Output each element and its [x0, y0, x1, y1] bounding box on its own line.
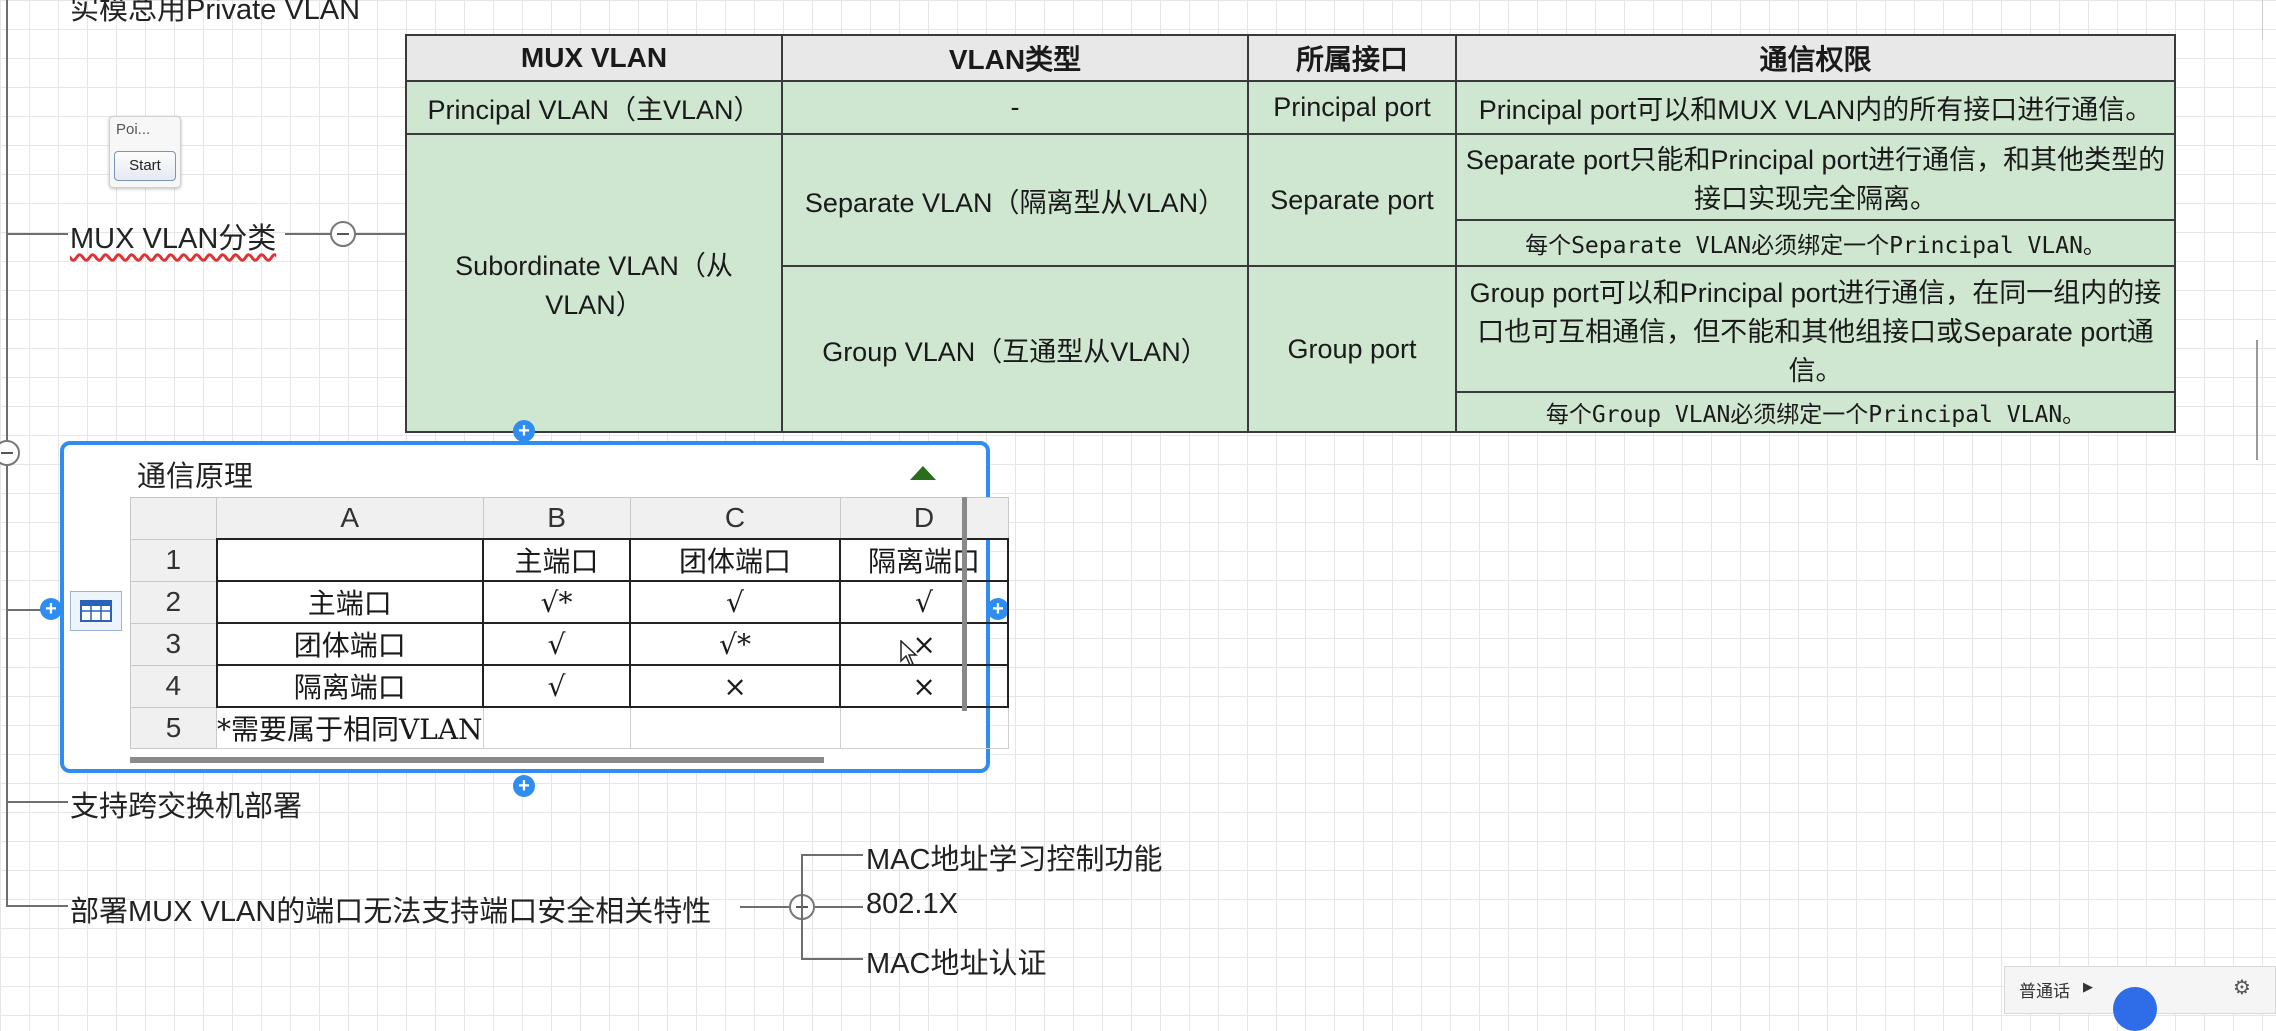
- separate-type-cell: Separate VLAN（隔离型从VLAN）: [781, 133, 1249, 267]
- table-row: 4 隔离端口 √ × ×: [130, 664, 1010, 708]
- subtopic-mac-auth[interactable]: MAC地址认证: [866, 940, 1046, 982]
- table-row: Subordinate VLAN（从VLAN） Separate VLAN（隔离…: [405, 133, 2176, 433]
- col-header-b[interactable]: B: [482, 497, 631, 540]
- mux-vlan-table: MUX VLAN VLAN类型 所属接口 通信权限 Principal VLAN…: [405, 34, 2176, 433]
- sheet-cell-d4[interactable]: ×: [839, 664, 1010, 708]
- table-row: 3 团体端口 √ √* ×: [130, 622, 1010, 666]
- header-vlan-type: VLAN类型: [781, 34, 1249, 82]
- sheet-cell-c2[interactable]: √: [629, 580, 842, 624]
- table-row: 1 主端口 团体端口 隔离端口: [130, 538, 1010, 582]
- topic-private-vlan-cut[interactable]: 实模总用Private VLAN: [70, 0, 360, 28]
- principal-vlan-cell: Principal VLAN（主VLAN）: [405, 80, 783, 135]
- mux-collapse-icon[interactable]: [330, 221, 356, 247]
- sheet-cell-d3[interactable]: ×: [839, 622, 1010, 666]
- header-permission: 通信权限: [1455, 34, 2176, 82]
- separate-permission-cell: Separate port只能和Principal port进行通信，和其他类型…: [1455, 133, 2176, 221]
- row-header-1[interactable]: 1: [130, 538, 217, 582]
- branch-line: [6, 233, 68, 235]
- topic-mux-classify[interactable]: MUX VLAN分类: [70, 215, 276, 257]
- sheet-col-header-row: A B C D: [130, 497, 1009, 540]
- mouse-cursor-icon: [900, 639, 918, 671]
- sheet-cell-c4[interactable]: ×: [629, 664, 842, 708]
- col-header-c[interactable]: C: [629, 497, 841, 540]
- subtopic-mac-learning[interactable]: MAC地址学习控制功能: [866, 836, 1162, 878]
- branch-line: [801, 854, 863, 856]
- trunk-collapse-icon[interactable]: [0, 440, 20, 466]
- language-label[interactable]: 普通话: [2019, 977, 2070, 1002]
- sheet-corner[interactable]: [130, 497, 217, 540]
- subtopic-8021x[interactable]: 802.1X: [866, 888, 958, 921]
- topic-port-security[interactable]: 部署MUX VLAN的端口无法支持端口安全相关特性: [70, 888, 711, 930]
- branch-line: [6, 905, 68, 907]
- branch-line: [6, 801, 68, 803]
- sheet-cell-a4[interactable]: 隔离端口: [215, 664, 485, 708]
- sheet-cell-b3[interactable]: √: [482, 622, 632, 666]
- sheet-cell-b2[interactable]: √*: [482, 580, 632, 624]
- vertical-scrollbar[interactable]: [962, 497, 967, 711]
- row-header-4[interactable]: 4: [130, 664, 217, 708]
- sheet-cell-a3[interactable]: 团体端口: [215, 622, 485, 666]
- group-note-cell: 每个Group VLAN必须绑定一个Principal VLAN。: [1455, 391, 2176, 433]
- status-widget: 普通话 ▶ ⚙: [2004, 966, 2276, 1031]
- resize-handle-top[interactable]: +: [513, 420, 535, 442]
- col-header-d[interactable]: D: [839, 497, 1009, 540]
- table-row: Principal VLAN（主VLAN） - Principal port P…: [405, 80, 2176, 135]
- table-row: 2 主端口 √* √ √: [130, 580, 1010, 624]
- assistant-button[interactable]: [2113, 987, 2157, 1031]
- play-arrow-icon[interactable]: ▶: [2083, 979, 2093, 995]
- branch-line: [815, 906, 863, 908]
- principal-type-cell: -: [781, 80, 1249, 135]
- resize-handle-bottom[interactable]: +: [513, 775, 535, 797]
- topic-cross-switch[interactable]: 支持跨交换机部署: [70, 783, 302, 825]
- poi-widget: Poi... Start: [109, 116, 181, 188]
- principal-port-cell: Principal port: [1247, 80, 1457, 135]
- table-header-row: MUX VLAN VLAN类型 所属接口 通信权限: [405, 34, 2176, 82]
- subordinate-vlan-cell: Subordinate VLAN（从VLAN）: [405, 133, 783, 433]
- sheet-cell-d1[interactable]: 隔离端口: [839, 538, 1010, 582]
- poi-label: Poi...: [116, 121, 151, 138]
- right-edge-line: [2256, 340, 2258, 460]
- table-row: 5 *需要属于相同VLAN: [130, 706, 1009, 749]
- sheet-cell-b1[interactable]: 主端口: [482, 538, 632, 582]
- sheet-cell-a1[interactable]: [215, 538, 485, 582]
- sheet-cell-c3[interactable]: √*: [629, 622, 842, 666]
- header-port: 所属接口: [1247, 34, 1457, 82]
- resize-handle-left[interactable]: +: [40, 598, 62, 620]
- start-button[interactable]: Start: [114, 151, 176, 181]
- row-header-2[interactable]: 2: [130, 580, 217, 624]
- collapse-triangle-icon[interactable]: [910, 466, 936, 480]
- sheet-cell-a5[interactable]: *需要属于相同VLAN: [216, 706, 484, 749]
- bracket-line: [801, 854, 803, 960]
- sheet-cell-d5[interactable]: [839, 706, 1009, 749]
- spreadsheet-grid: A B C D 1 主端口 团体端口 隔离端口 2 主端口 √* √ √ 3 团…: [130, 497, 1010, 749]
- table-icon[interactable]: [70, 591, 122, 631]
- sheet-cell-a2[interactable]: 主端口: [215, 580, 485, 624]
- sheet-cell-c1[interactable]: 团体端口: [629, 538, 842, 582]
- horizontal-scrollbar[interactable]: [130, 757, 824, 763]
- sheet-title: 通信原理: [137, 461, 254, 493]
- topic-mux-classify-label: MUX VLAN分类: [70, 223, 277, 255]
- right-edge-tick: [2262, 0, 2276, 40]
- row-header-3[interactable]: 3: [130, 622, 217, 666]
- group-port-cell: Group port: [1247, 265, 1457, 433]
- branch-line: [801, 958, 863, 960]
- sheet-cell-b4[interactable]: √: [482, 664, 632, 708]
- sheet-cell-d2[interactable]: √: [839, 580, 1010, 624]
- settings-gear-icon[interactable]: ⚙: [2233, 975, 2251, 1000]
- row-header-5[interactable]: 5: [130, 706, 217, 749]
- principal-permission-cell: Principal port可以和MUX VLAN内的所有接口进行通信。: [1455, 80, 2176, 135]
- col-header-a[interactable]: A: [216, 497, 484, 540]
- separate-note-cell: 每个Separate VLAN必须绑定一个Principal VLAN。: [1455, 219, 2176, 267]
- sheet-cell-b5[interactable]: [482, 706, 631, 749]
- group-permission-cell: Group port可以和Principal port进行通信，在同一组内的接口…: [1455, 265, 2176, 393]
- sheet-cell-c5[interactable]: [629, 706, 841, 749]
- separate-port-cell: Separate port: [1247, 133, 1457, 267]
- header-mux-vlan: MUX VLAN: [405, 34, 783, 82]
- group-type-cell: Group VLAN（互通型从VLAN）: [781, 265, 1249, 433]
